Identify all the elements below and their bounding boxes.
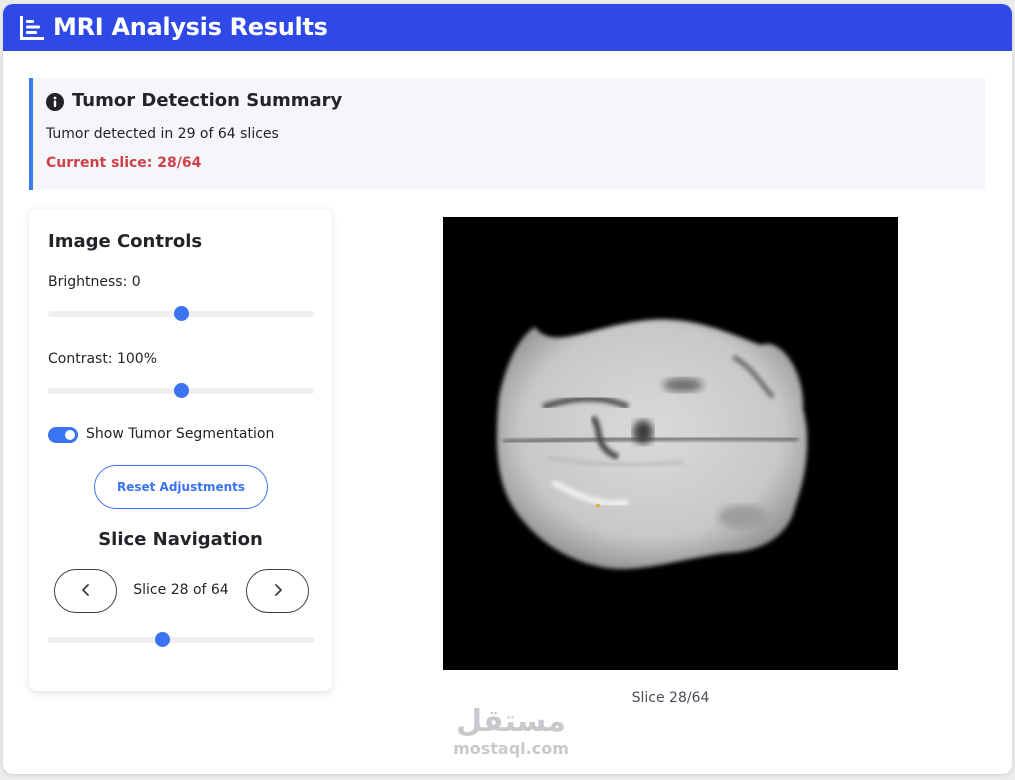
reset-adjustments-button[interactable]: Reset Adjustments <box>94 465 268 509</box>
slice-slider[interactable] <box>48 632 314 647</box>
previous-slice-button[interactable] <box>54 569 117 613</box>
slice-navigation-title: Slice Navigation <box>98 529 263 550</box>
slice-slider-thumb[interactable] <box>155 632 171 647</box>
current-slice-text: Current slice: 28/64 <box>46 155 202 171</box>
image-controls-panel: Image Controls Brightness: 0 Contrast: 1… <box>29 209 332 691</box>
mri-slice-image <box>443 217 898 670</box>
page-title: MRI Analysis Results <box>53 13 328 41</box>
results-panel: MRI Analysis Results Tumor Detection Sum… <box>3 4 1012 774</box>
header-bar: MRI Analysis Results <box>3 4 1012 51</box>
tumor-summary: Tumor Detection Summary Tumor detected i… <box>29 78 985 190</box>
brightness-slider-thumb[interactable] <box>174 306 189 321</box>
toggle-knob <box>65 430 75 440</box>
contrast-label: Contrast: 100% <box>48 351 158 367</box>
contrast-slider[interactable] <box>48 383 314 398</box>
controls-title: Image Controls <box>48 231 203 252</box>
chart-bars-icon <box>20 16 44 40</box>
segmentation-toggle[interactable] <box>48 427 78 443</box>
watermark-logo: مستقل mostaql.com <box>453 704 569 758</box>
summary-title: Tumor Detection Summary <box>72 90 343 111</box>
contrast-slider-thumb[interactable] <box>174 383 189 398</box>
chevron-left-icon <box>81 584 89 596</box>
brightness-slider[interactable] <box>48 306 314 321</box>
segmentation-toggle-label[interactable]: Show Tumor Segmentation <box>86 426 274 442</box>
summary-detection-text: Tumor detected in 29 of 64 slices <box>46 126 279 142</box>
mri-brain-scan <box>496 319 808 569</box>
brightness-label: Brightness: 0 <box>48 274 141 290</box>
chevron-right-icon <box>274 584 282 596</box>
info-circle-icon <box>46 93 64 111</box>
slice-counter: Slice 28 of 64 <box>133 582 229 598</box>
next-slice-button[interactable] <box>246 569 309 613</box>
